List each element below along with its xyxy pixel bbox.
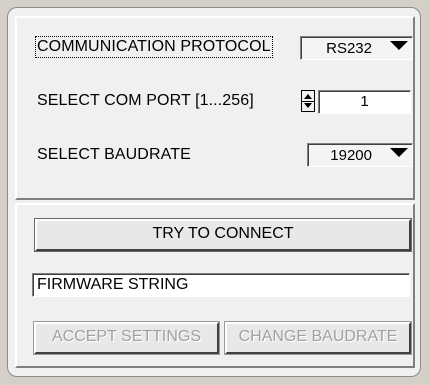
try-to-connect-button[interactable]: TRY TO CONNECT xyxy=(35,219,411,251)
spinner-up-icon[interactable] xyxy=(304,94,312,99)
com-port-input[interactable]: 1 xyxy=(318,90,411,114)
baudrate-value: 19200 xyxy=(330,147,372,164)
chevron-down-icon xyxy=(390,148,408,157)
com-port-label: SELECT COM PORT [1...256] xyxy=(37,92,254,109)
chevron-down-icon xyxy=(390,41,408,50)
com-port-spinner[interactable] xyxy=(301,90,315,112)
protocol-dropdown[interactable]: RS232 xyxy=(300,36,413,60)
spinner-divider xyxy=(302,101,314,102)
change-baudrate-button[interactable]: CHANGE BAUDRATE xyxy=(225,322,411,354)
protocol-value: RS232 xyxy=(326,40,372,57)
firmware-string-field[interactable]: FIRMWARE STRING xyxy=(32,273,410,297)
baudrate-label: SELECT BAUDRATE xyxy=(37,146,191,163)
protocol-label: COMMUNICATION PROTOCOL xyxy=(35,36,273,58)
accept-settings-button[interactable]: ACCEPT SETTINGS xyxy=(34,322,219,354)
baudrate-dropdown[interactable]: 19200 xyxy=(307,143,413,167)
spinner-down-icon[interactable] xyxy=(304,103,312,108)
